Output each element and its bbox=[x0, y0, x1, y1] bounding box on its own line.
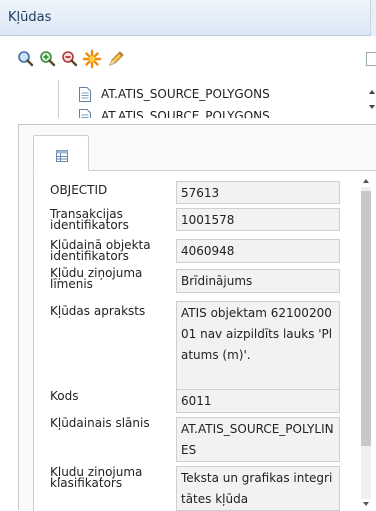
attr-value-classifier: Teksta un grafikas integritātes kļūda bbox=[176, 466, 340, 511]
attr-label-objectid: OBJECTID bbox=[50, 183, 108, 197]
attr-label-classifier: Kļudu ziņojuma klasifikators bbox=[50, 465, 143, 490]
attr-value-message-level: Brīdinājums bbox=[176, 269, 340, 293]
attr-value-description: ATIS objektam 6210020001 nav aizpildīts … bbox=[176, 301, 340, 393]
attr-value-transaction-id: 1001578 bbox=[176, 208, 340, 231]
attr-label-message-level: Kļūdu ziņojuma līmenis bbox=[50, 266, 143, 291]
attr-value-layer: AT.ATIS_SOURCE_POLYLINES bbox=[176, 417, 340, 462]
toolbar-checkbox[interactable] bbox=[366, 52, 376, 66]
edit-icon[interactable] bbox=[106, 49, 126, 69]
attributes-table: OBJECTID 57613 Transakcijas identifikato… bbox=[33, 170, 376, 511]
zoom-icon[interactable] bbox=[16, 49, 36, 69]
attr-label-description: Kļūdas apraksts bbox=[50, 304, 146, 318]
zoom-out-icon[interactable] bbox=[60, 49, 80, 69]
title-bar-edge bbox=[370, 0, 376, 36]
table-icon bbox=[56, 150, 68, 162]
attr-label-code: Kods bbox=[50, 389, 79, 403]
attr-value-objectid: 57613 bbox=[176, 181, 340, 204]
attr-label-layer: Kļūdainais slānis bbox=[50, 416, 150, 430]
attributes-scrollbar[interactable] bbox=[359, 175, 373, 511]
highlight-icon[interactable] bbox=[82, 49, 102, 69]
attr-label-object-id: Kļūdainā objekta identifikators bbox=[50, 238, 151, 263]
layer-list-scrollbar[interactable] bbox=[368, 80, 376, 118]
attributes-frame: OBJECTID 57613 Transakcijas identifikato… bbox=[18, 124, 376, 511]
attr-value-object-id: 4060948 bbox=[176, 239, 340, 263]
attr-value-code: 6011 bbox=[176, 389, 340, 413]
layer-item-label: AT.ATIS_SOURCE_POLYGONS bbox=[101, 87, 270, 101]
scrollbar-thumb[interactable] bbox=[361, 191, 371, 446]
window-title: Kļūdas bbox=[8, 10, 52, 25]
document-icon bbox=[79, 87, 91, 102]
tab-attributes[interactable] bbox=[33, 135, 89, 171]
document-icon bbox=[79, 109, 91, 118]
attr-label-transaction-id: Transakcijas identifikators bbox=[50, 207, 129, 232]
errors-panel: Kļūdas AT.ATIS_SOURCE_POLYGONS AT.ATIS_S… bbox=[0, 0, 376, 511]
title-bar: Kļūdas bbox=[0, 0, 376, 36]
layer-item-label: AT.ATIS_SOURCE_POLYGONS bbox=[101, 109, 270, 118]
toolbar bbox=[0, 36, 376, 80]
layer-list: AT.ATIS_SOURCE_POLYGONS AT.ATIS_SOURCE_P… bbox=[58, 80, 376, 118]
zoom-in-icon[interactable] bbox=[38, 49, 58, 69]
